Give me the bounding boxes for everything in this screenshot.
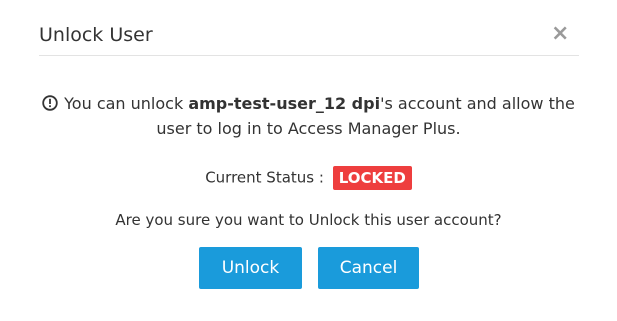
info-circle-icon <box>42 93 58 111</box>
close-icon[interactable]: × <box>551 22 569 46</box>
status-label: Current Status : <box>205 168 324 187</box>
status-badge: LOCKED <box>332 165 412 190</box>
message-prefix: You can unlock <box>64 94 189 113</box>
current-status-row: Current Status : LOCKED <box>0 165 617 190</box>
unlock-message: You can unlock amp-test-user_12 dpi's ac… <box>0 91 617 141</box>
dialog-title: Unlock User <box>39 24 153 46</box>
message-line2: user to log in to Access Manager Plus. <box>156 119 461 138</box>
username: amp-test-user_12 dpi <box>188 94 381 113</box>
dialog-header: Unlock User × <box>39 0 579 56</box>
message-suffix: 's account and allow the <box>380 94 575 113</box>
cancel-button[interactable]: Cancel <box>318 247 419 289</box>
unlock-button[interactable]: Unlock <box>199 247 302 289</box>
confirm-question: Are you sure you want to Unlock this use… <box>115 211 502 229</box>
unlock-user-dialog: Unlock User × You can unlock amp-test-us… <box>0 0 617 321</box>
